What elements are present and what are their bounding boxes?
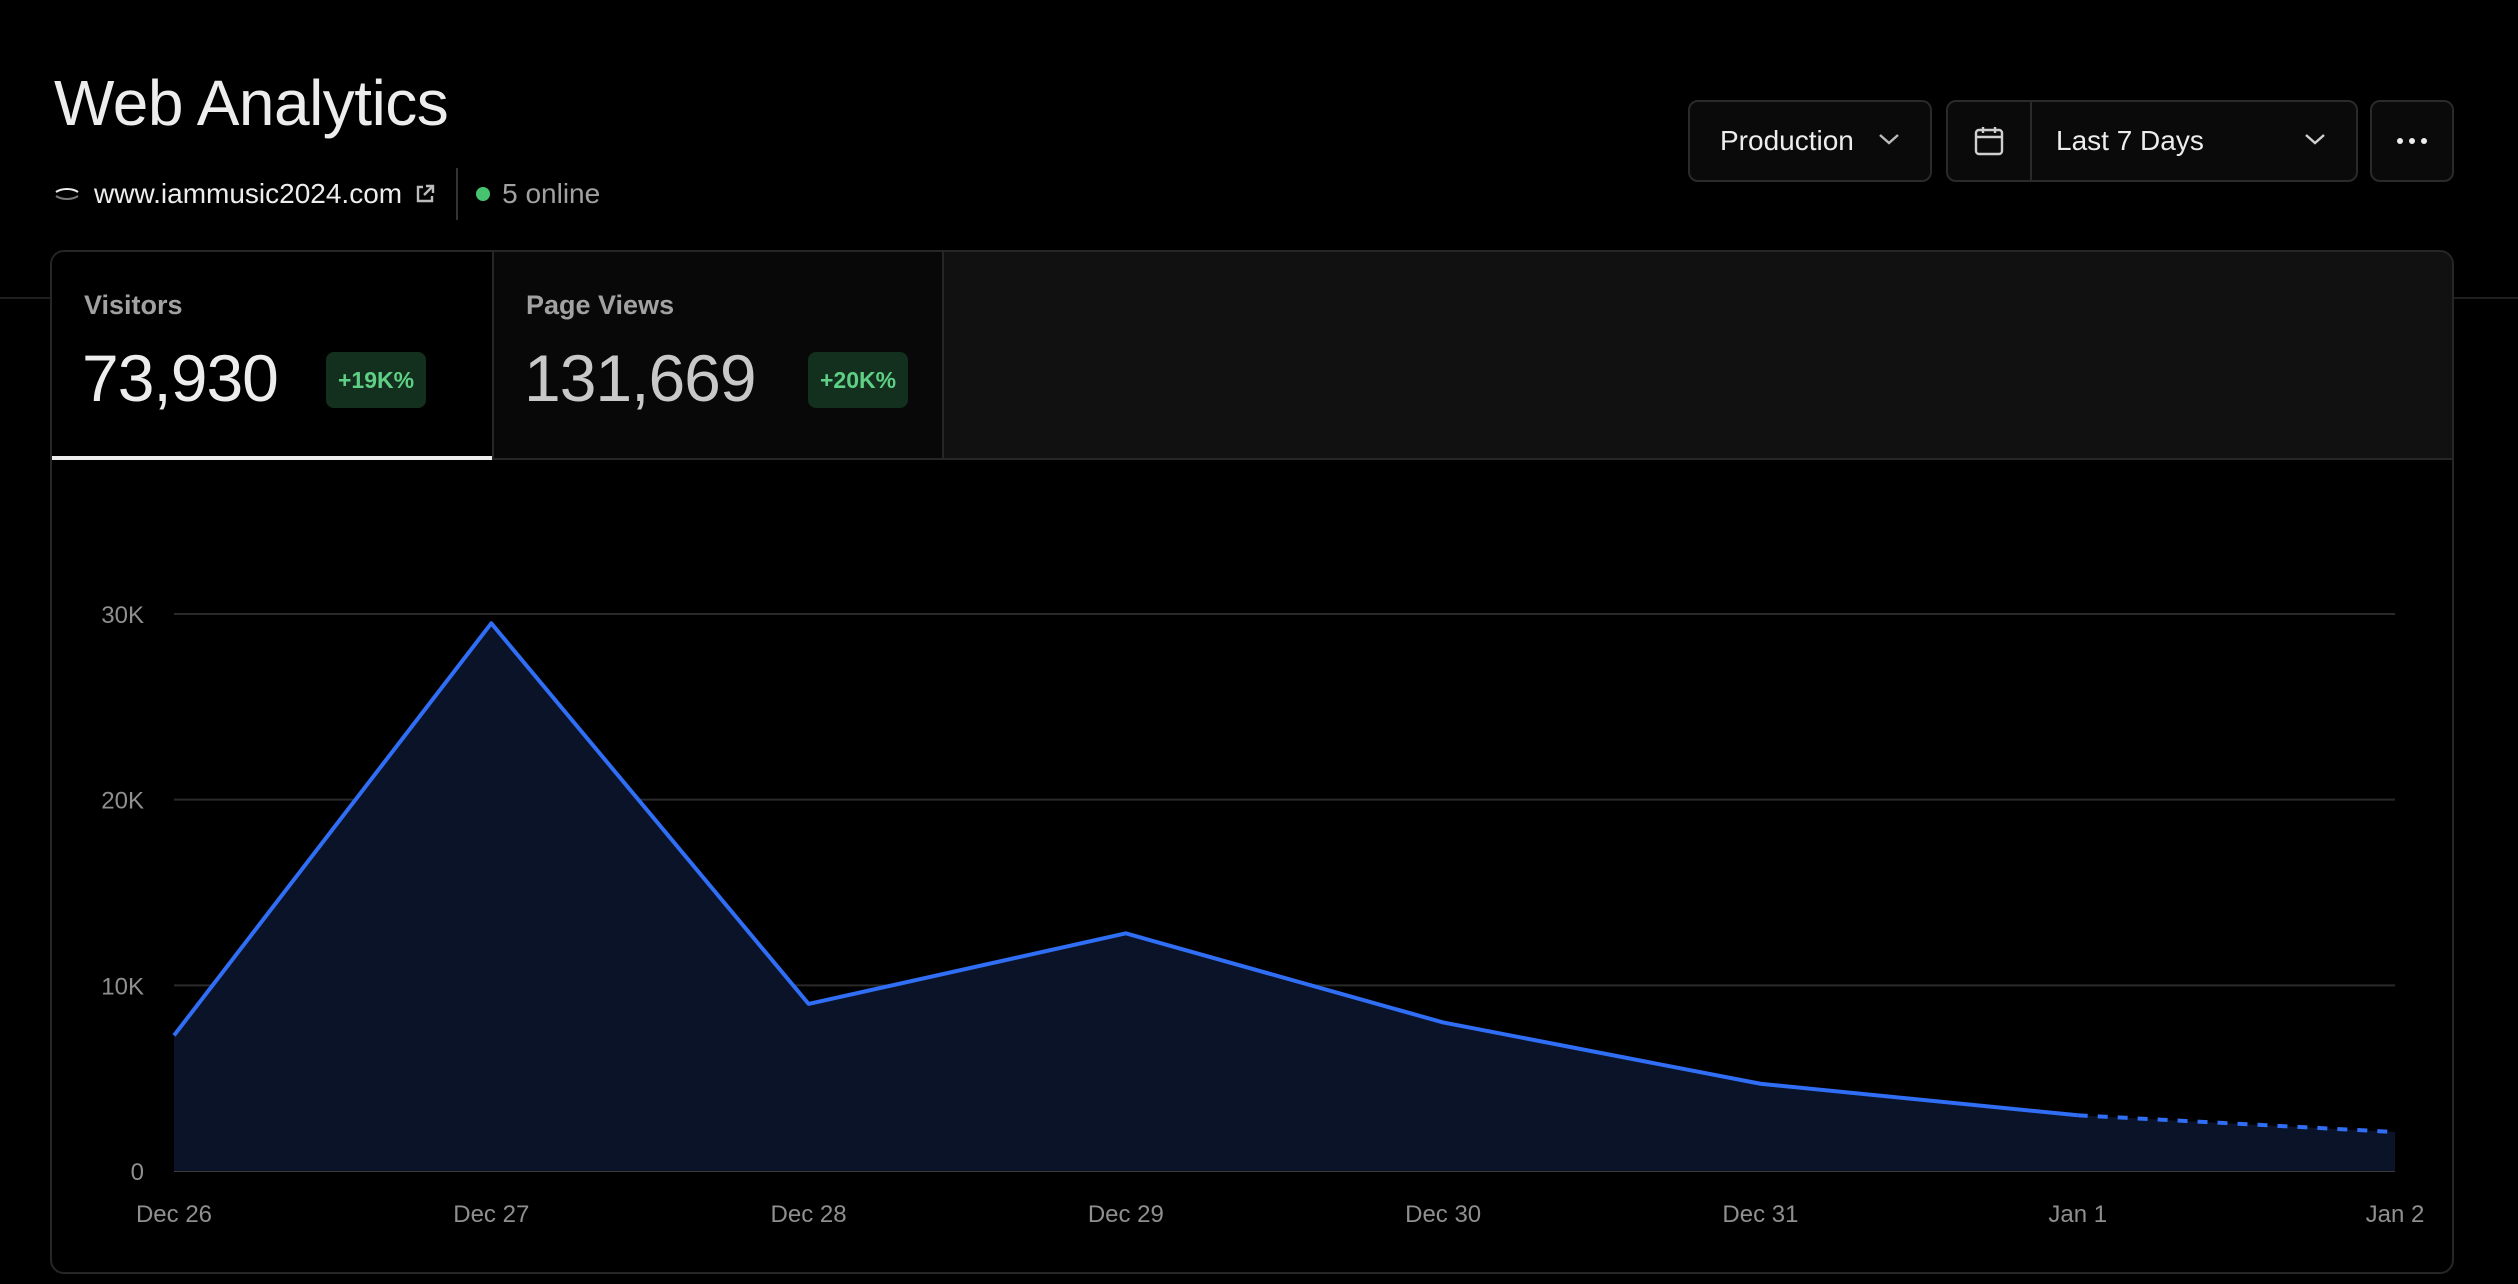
environment-select[interactable]: Production: [1688, 100, 1932, 182]
site-logo-icon: [55, 188, 79, 200]
divider: [456, 168, 459, 220]
more-icon: [2397, 138, 2427, 144]
chevron-down-icon: [1879, 134, 1899, 145]
y-tick-label: 30K: [101, 602, 144, 629]
y-tick-label: 20K: [101, 788, 144, 815]
online-status-icon: [476, 187, 491, 201]
chevron-down-icon: [2305, 134, 2325, 145]
environment-label: Production: [1720, 125, 1854, 156]
site-info: www.iammusic2024.com 5 online: [54, 168, 601, 220]
more-options-button[interactable]: [2370, 100, 2454, 182]
x-tick-label: Dec 28: [771, 1201, 847, 1228]
calendar-button[interactable]: [1948, 102, 2032, 180]
x-tick-label: Dec 29: [1088, 1201, 1164, 1228]
date-range-select[interactable]: Last 7 Days: [1946, 100, 2358, 182]
page-title: Web Analytics: [54, 67, 449, 139]
x-tick-label: Dec 26: [136, 1201, 212, 1228]
external-link-icon[interactable]: [414, 183, 436, 205]
x-tick-label: Dec 27: [453, 1201, 529, 1228]
x-tick-label: Dec 30: [1405, 1201, 1481, 1228]
analytics-panel: Visitors 73,930 +19K% Page Views 131,669…: [50, 250, 2454, 1274]
x-tick-label: Jan 2: [2366, 1201, 2425, 1228]
y-tick-label: 10K: [101, 973, 144, 1000]
series-area: [174, 623, 2395, 1171]
y-tick-label: 0: [131, 1159, 144, 1186]
calendar-icon: [1974, 127, 2004, 156]
x-tick-label: Jan 1: [2048, 1201, 2107, 1228]
site-link[interactable]: www.iammusic2024.com: [94, 178, 402, 210]
x-tick-label: Dec 31: [1722, 1201, 1798, 1228]
visitors-chart: 0 10K 20K 30K Dec 26 Dec 27 Dec 28 Dec 29 Dec 30…: [101, 602, 2425, 1228]
online-count: 5 online: [502, 178, 601, 209]
